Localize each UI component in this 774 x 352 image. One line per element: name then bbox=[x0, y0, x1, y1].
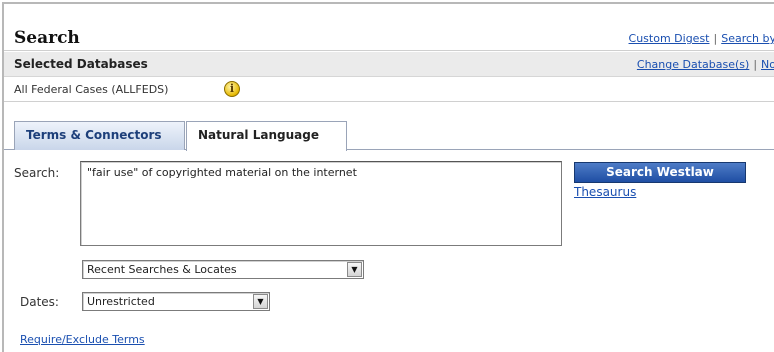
search-label: Search: bbox=[14, 166, 60, 180]
dates-label: Dates: bbox=[20, 295, 59, 309]
custom-digest-link[interactable]: Custom Digest bbox=[629, 32, 710, 45]
chevron-down-icon[interactable]: ▼ bbox=[347, 262, 362, 277]
database-links: Change Database(s) | No bbox=[637, 58, 774, 71]
recent-searches-select[interactable]: Recent Searches & Locates ▼ bbox=[82, 260, 364, 279]
recent-searches-value: Recent Searches & Locates bbox=[87, 263, 237, 276]
truncated-database-link[interactable]: No bbox=[761, 58, 774, 71]
title-row: Search Custom Digest | Search by bbox=[4, 26, 774, 51]
dates-select[interactable]: Unrestricted ▼ bbox=[82, 292, 270, 311]
selected-databases-bar: Selected Databases Change Database(s) | No bbox=[4, 52, 774, 77]
link-separator: | bbox=[713, 32, 718, 45]
search-tabs: Terms & Connectors Natural Language bbox=[4, 121, 774, 151]
search-panel: Search: "fair use" of copyrighted materi… bbox=[4, 151, 774, 352]
database-name: All Federal Cases (ALLFEDS) bbox=[14, 83, 169, 96]
tab-natural-language[interactable]: Natural Language bbox=[186, 121, 347, 151]
page-title: Search bbox=[14, 28, 80, 48]
database-name-row: All Federal Cases (ALLFEDS) i bbox=[4, 78, 774, 102]
header-links: Custom Digest | Search by bbox=[629, 32, 774, 45]
search-query-input[interactable]: "fair use" of copyrighted material on th… bbox=[80, 161, 562, 246]
thesaurus-link[interactable]: Thesaurus bbox=[574, 185, 636, 199]
link-separator: | bbox=[753, 58, 758, 71]
info-icon[interactable]: i bbox=[224, 81, 240, 97]
chevron-down-icon[interactable]: ▼ bbox=[253, 294, 268, 309]
search-page-frame: Search Custom Digest | Search by Selected … bbox=[2, 2, 774, 352]
tab-terms-connectors[interactable]: Terms & Connectors bbox=[14, 121, 185, 150]
change-databases-link[interactable]: Change Database(s) bbox=[637, 58, 749, 71]
require-exclude-terms-link[interactable]: Require/Exclude Terms bbox=[20, 333, 145, 346]
search-westlaw-button[interactable]: Search Westlaw bbox=[574, 162, 746, 183]
search-by-link[interactable]: Search by bbox=[721, 32, 774, 45]
selected-databases-label: Selected Databases bbox=[14, 57, 148, 71]
dates-value: Unrestricted bbox=[87, 295, 155, 308]
